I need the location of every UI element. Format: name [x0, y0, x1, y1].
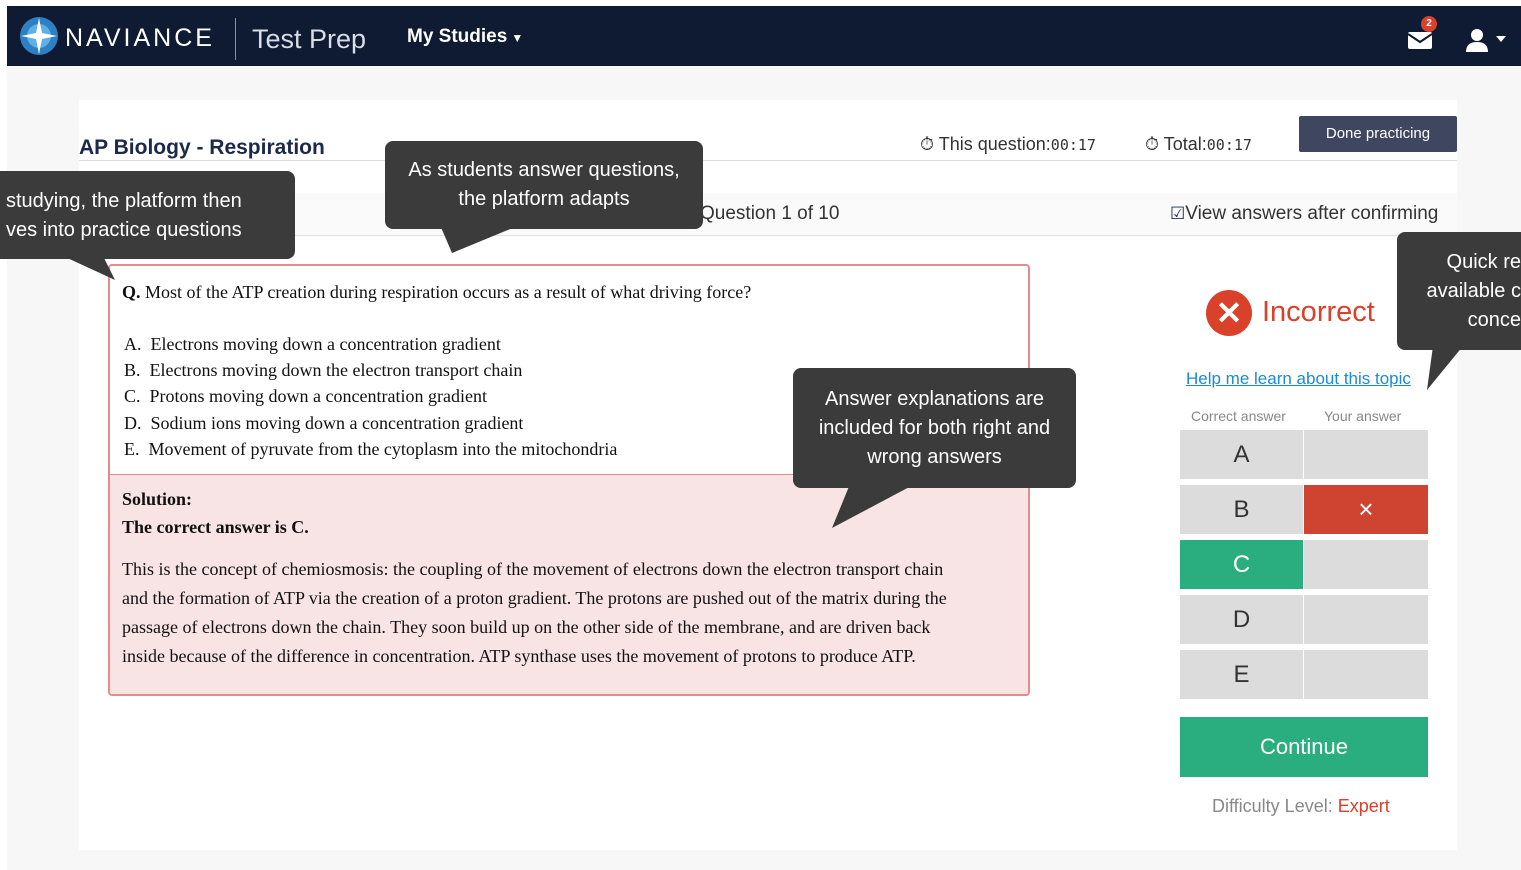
- choice-c: C. Protons moving down a concentration g…: [124, 386, 487, 407]
- callout-practice-questions: studying, the platform then ves into pra…: [0, 171, 295, 259]
- callout-line: ves into practice questions: [6, 219, 242, 241]
- callout-line: Quick re: [1446, 251, 1521, 273]
- answer-row-e: E: [1180, 650, 1428, 699]
- top-navbar: NAVIANCE Test Prep My Studies ▼ 2: [7, 6, 1521, 66]
- result-status: Incorrect: [1262, 296, 1375, 328]
- callout-pointer: [50, 250, 115, 280]
- callout-pointer: [440, 225, 520, 253]
- your-answer-cell[interactable]: [1304, 650, 1428, 699]
- brand-name: NAVIANCE: [65, 24, 215, 52]
- question-timer-value: 00:17: [1050, 136, 1096, 154]
- callout-line: the platform adapts: [458, 188, 630, 210]
- notification-badge: 2: [1421, 16, 1437, 32]
- help-learn-topic-link[interactable]: Help me learn about this topic: [1186, 369, 1411, 389]
- callout-line: conce: [1467, 309, 1521, 331]
- choice-b: B. Electrons moving down the electron tr…: [124, 360, 522, 381]
- stopwatch-icon: ⏱: [1145, 134, 1160, 154]
- callout-line: Answer explanations are: [824, 388, 1044, 410]
- choice-text: Sodium ions moving down a concentration …: [150, 413, 524, 433]
- user-caret-icon[interactable]: [1496, 36, 1506, 42]
- callout-answer-explanations: Answer explanations are included for bot…: [793, 368, 1076, 488]
- solution-line: inside because of the difference in conc…: [122, 646, 916, 666]
- choice-letter: A.: [124, 334, 142, 354]
- correct-answer-cell[interactable]: A: [1180, 430, 1303, 479]
- header-divider: [79, 160, 1457, 161]
- choice-letter: D.: [124, 413, 142, 433]
- wrong-answer-cell[interactable]: ×: [1304, 485, 1428, 534]
- solution-line: and the formation of ATP via the creatio…: [122, 588, 947, 608]
- your-answer-column-header: Your answer: [1324, 408, 1402, 424]
- brand-divider: [235, 18, 236, 60]
- user-icon[interactable]: [1465, 28, 1489, 52]
- question-timer: ⏱ This question:00:17: [920, 134, 1096, 155]
- difficulty-value: Expert: [1337, 796, 1390, 816]
- correct-answer-column-header: Correct answer: [1191, 408, 1286, 424]
- question-timer-label: This question:: [938, 134, 1051, 154]
- solution-heading: Solution:: [122, 489, 193, 509]
- question-body: Most of the ATP creation during respirat…: [145, 282, 752, 302]
- callout-quick-review: Quick re available c conce: [1397, 232, 1521, 350]
- answer-row-a: A: [1180, 430, 1428, 479]
- callout-line: available c: [1426, 280, 1521, 302]
- question-text: Q. Most of the ATP creation during respi…: [122, 282, 751, 303]
- callout-text: studying, the platform then ves into pra…: [0, 171, 295, 245]
- callout-text: Quick re available c conce: [1397, 232, 1521, 335]
- total-timer: ⏱ Total:00:17: [1145, 134, 1252, 155]
- callout-line: wrong answers: [867, 446, 1002, 468]
- your-answer-cell[interactable]: [1304, 430, 1428, 479]
- callout-line: included for both right and: [818, 417, 1051, 439]
- callout-line: studying, the platform then: [6, 190, 242, 212]
- choice-letter: C.: [124, 386, 141, 406]
- my-studies-menu[interactable]: My Studies ▼: [407, 26, 523, 48]
- your-answer-cell[interactable]: [1304, 595, 1428, 644]
- callout-text: Answer explanations are included for bot…: [793, 368, 1076, 472]
- callout-pointer: [832, 484, 915, 528]
- my-studies-label: My Studies: [407, 26, 508, 47]
- continue-button[interactable]: Continue: [1180, 717, 1428, 777]
- choice-letter: B.: [124, 360, 141, 380]
- solution-explanation: This is the concept of chemiosmosis: the…: [122, 555, 1017, 671]
- solution-line: This is the concept of chemiosmosis: the…: [122, 559, 944, 579]
- checkbox-checked-icon[interactable]: ☑: [1170, 204, 1185, 223]
- total-timer-label: Total:: [1163, 134, 1207, 154]
- x-circle-icon: ✕: [1206, 290, 1252, 336]
- done-practicing-button[interactable]: Done practicing: [1299, 116, 1457, 152]
- total-timer-value: 00:17: [1206, 136, 1252, 154]
- callout-text: As students answer questions, the platfo…: [385, 141, 703, 214]
- close-icon: ×: [1358, 494, 1374, 524]
- choice-letter: E.: [124, 439, 140, 459]
- choice-text: Electrons moving down the electron trans…: [149, 360, 523, 380]
- solution-line: passage of electrons down the chain. The…: [122, 617, 931, 637]
- view-answers-label: View answers after confirming: [1185, 203, 1439, 224]
- difficulty-level: Difficulty Level: Expert: [1212, 796, 1390, 817]
- correct-answer-cell[interactable]: E: [1180, 650, 1303, 699]
- stopwatch-icon: ⏱: [920, 134, 935, 154]
- choice-text: Movement of pyruvate from the cytoplasm …: [148, 439, 618, 459]
- your-answer-cell[interactable]: [1304, 540, 1428, 589]
- caret-down-icon: ▼: [511, 31, 524, 45]
- choice-e: E. Movement of pyruvate from the cytopla…: [124, 439, 617, 460]
- question-counter: Question 1 of 10: [700, 203, 840, 224]
- correct-answer-cell[interactable]: B: [1180, 485, 1303, 534]
- difficulty-label: Difficulty Level:: [1212, 796, 1333, 816]
- choice-text: Electrons moving down a concentration gr…: [150, 334, 501, 354]
- answer-row-c: C: [1180, 540, 1428, 589]
- choice-a: A. Electrons moving down a concentration…: [124, 334, 501, 355]
- product-name: Test Prep: [252, 24, 367, 54]
- answer-row-d: D: [1180, 595, 1428, 644]
- correct-answer-cell[interactable]: D: [1180, 595, 1303, 644]
- correct-answer-cell-highlighted[interactable]: C: [1180, 540, 1303, 589]
- solution-correct-answer: The correct answer is C.: [122, 517, 309, 537]
- callout-line: As students answer questions,: [408, 159, 680, 181]
- view-answers-checkbox[interactable]: ☑View answers after confirming: [1170, 203, 1438, 225]
- page-title: AP Biology - Respiration: [79, 136, 325, 159]
- question-prefix: Q.: [122, 282, 141, 302]
- callout-platform-adapts: As students answer questions, the platfo…: [385, 141, 703, 229]
- choice-text: Protons moving down a concentration grad…: [149, 386, 487, 406]
- callout-pointer: [1427, 346, 1463, 390]
- naviance-logo-icon: [20, 17, 58, 55]
- choice-d: D. Sodium ions moving down a concentrati…: [124, 413, 523, 434]
- answer-row-b: B ×: [1180, 485, 1428, 534]
